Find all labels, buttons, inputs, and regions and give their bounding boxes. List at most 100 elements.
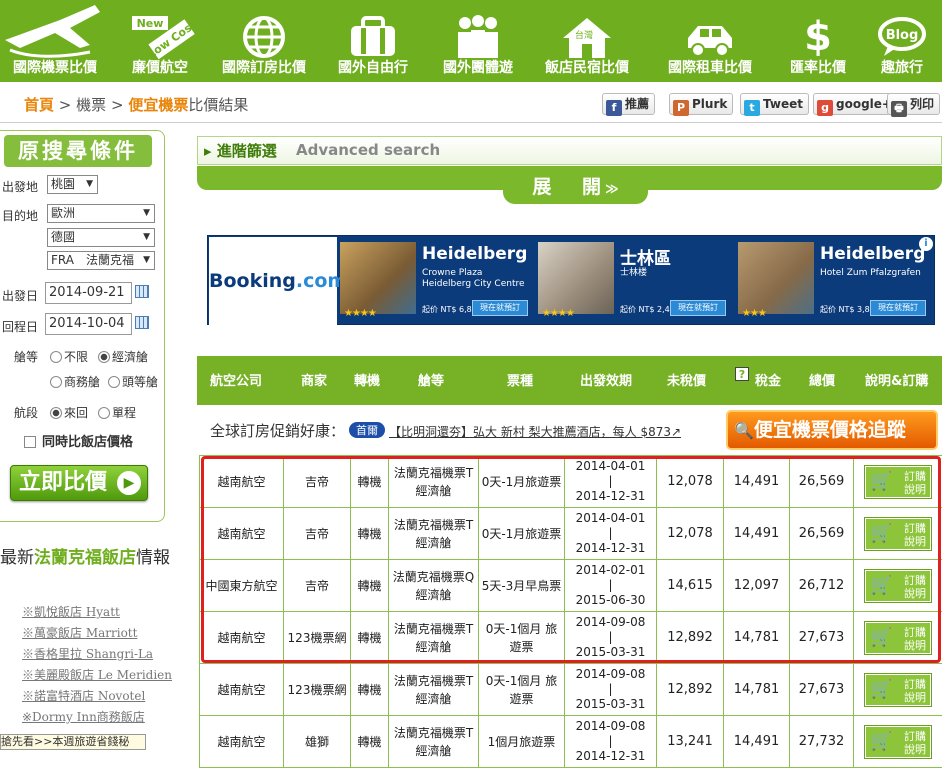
share-label: 列印 <box>910 97 934 111</box>
breadcrumb-flights[interactable]: 機票 <box>76 96 106 114</box>
share-facebook-button[interactable]: f推薦 <box>602 93 655 115</box>
expand-label: 展 開 <box>532 176 613 198</box>
order-button[interactable]: 🛒訂購說明 <box>865 726 931 758</box>
cabin-first-radio[interactable]: 頭等艙 <box>108 373 158 390</box>
col-vendor[interactable]: 商家 <box>301 370 327 389</box>
hotel-info-title: 最新法蘭克福飯店情報 <box>0 543 170 568</box>
radio-circle <box>50 351 62 363</box>
promo-link[interactable]: 【比明洞還夯】弘大 新村 梨大推薦酒店，每人 $873↗ <box>389 425 681 439</box>
share-plurk-button[interactable]: PPlurk <box>669 93 733 115</box>
ad-info-icon[interactable]: i <box>919 237 933 251</box>
nav-item-low-cost[interactable]: New Low Cost 廉價航空 <box>110 0 210 82</box>
col-airline[interactable]: 航空公司 <box>210 370 262 389</box>
ad-hotel-card[interactable]: 士林區 士林楼 起价 NT$ 2,489.0... 現在就預訂 ★★★★ <box>538 242 734 322</box>
breadcrumb-sep: > <box>111 96 124 114</box>
col-net-price[interactable]: 未稅價 <box>667 370 706 389</box>
ad-hotel-name: Heidelberg <box>422 244 527 264</box>
breadcrumb-home[interactable]: 首頁 <box>24 96 54 114</box>
share-tweet-button[interactable]: tTweet <box>740 93 809 115</box>
breadcrumb-suffix: 比價結果 <box>188 96 248 114</box>
table-row[interactable]: 越南航空雄獅轉機法蘭克福機票T經濟艙1個月旅遊票2014-09-08|2014-… <box>200 716 942 768</box>
col-cabin[interactable]: 艙等 <box>418 370 444 389</box>
taiwan-tag: 台灣 <box>575 29 593 41</box>
expand-button[interactable]: 展 開≫ <box>503 170 648 204</box>
ad-book-button[interactable]: 現在就預訂 <box>472 300 528 316</box>
radio-circle-checked <box>98 351 110 363</box>
print-button[interactable]: 🖶列印 <box>887 93 940 115</box>
order-button[interactable]: 🛒訂購說明 <box>865 674 931 706</box>
out-date-input[interactable]: 2014-09-21 <box>45 282 132 304</box>
checkbox-box <box>24 436 36 448</box>
promo-badge[interactable]: 首爾 <box>349 422 385 438</box>
share-label: Tweet <box>763 97 803 111</box>
twitter-icon: t <box>744 100 760 116</box>
nav-item-hotel-bnb[interactable]: 台灣 飯店民宿比價 <box>528 0 646 82</box>
nav-label: 國外團體遊 <box>428 57 528 77</box>
radio-circle <box>50 376 62 388</box>
leg-round-radio[interactable]: 來回 <box>50 404 88 421</box>
hotel-compare-checkbox[interactable]: 同時比飯店價格 <box>24 431 133 450</box>
hotel-link-shangri-la[interactable]: ※香格里拉 Shangri-La <box>22 645 153 662</box>
return-date-input[interactable]: 2014-10-04 <box>45 313 132 335</box>
hotel-photo <box>340 242 416 314</box>
hotel-link-hyatt[interactable]: ※凱悅飯店 Hyatt <box>22 603 120 620</box>
nav-item-exchange-rate[interactable]: $ 匯率比價 <box>774 0 862 82</box>
ad-hotel-card[interactable]: Heidelberg Crowne Plaza Heidelberg City … <box>340 242 536 322</box>
dest-city-value: FRA 法蘭克福 <box>51 253 134 267</box>
nav-label: 飯店民宿比價 <box>528 57 646 77</box>
nav-item-free-travel[interactable]: 國外自由行 <box>318 0 428 82</box>
ad-book-button[interactable]: 現在就預訂 <box>870 300 926 316</box>
nav-item-hotel-compare[interactable]: 國際訂房比價 <box>210 0 318 82</box>
col-total[interactable]: 總價 <box>809 370 835 389</box>
new-badge: New <box>137 17 164 30</box>
booking-ad-banner[interactable]: Booking.com Heidelberg Crowne Plaza Heid… <box>207 235 935 325</box>
cabin-economy-radio[interactable]: 經濟艙 <box>98 348 148 365</box>
breadcrumb-cheap-flights[interactable]: 便宜機票 <box>128 96 188 114</box>
hotel-title-prefix: 最新 <box>0 548 34 568</box>
hotel-title-city[interactable]: 法蘭克福飯店 <box>34 548 136 568</box>
col-validity[interactable]: 出發效期 <box>580 370 632 389</box>
breadcrumb: 首頁 > 機票 > 便宜機票比價結果 <box>24 94 248 115</box>
nav-item-car-rental[interactable]: 國際租車比價 <box>646 0 774 82</box>
plurk-icon: P <box>673 100 689 116</box>
ad-book-button[interactable]: 現在就預訂 <box>670 300 726 316</box>
ad-hotel-card[interactable]: Heidelberg Hotel Zum Pfalzgrafen 起价 NT$ … <box>738 242 934 322</box>
cart-icon: 🛒 <box>870 680 892 700</box>
depart-select[interactable]: 桃園▼ <box>47 175 98 194</box>
advanced-filter-bar[interactable]: ▸ 進階篩選 Advanced search <box>197 136 942 165</box>
hotel-link-dormy-inn[interactable]: ※Dormy Inn商務飯店 <box>22 708 145 725</box>
return-date-label: 回程日 <box>2 318 38 335</box>
col-tax[interactable]: 稅金 <box>755 370 781 389</box>
leg-oneway-radio[interactable]: 單程 <box>98 404 136 421</box>
cabin-any-radio[interactable]: 不限 <box>50 348 88 365</box>
calendar-icon[interactable] <box>135 285 149 298</box>
nav-item-flight-compare[interactable]: 國際機票比價 <box>0 0 110 82</box>
dest-region-value: 歐洲 <box>51 206 75 220</box>
cabin-business-radio[interactable]: 商務艙 <box>50 373 100 390</box>
hotel-link-marriott[interactable]: ※萬豪飯店 Marriott <box>22 624 137 641</box>
suitcase-icon <box>347 14 399 60</box>
hotel-link-novotel[interactable]: ※諾富特酒店 Novotel <box>22 687 145 704</box>
blog-icon: Blog <box>876 14 928 60</box>
nav-label: 趣旅行 <box>862 57 942 77</box>
col-transfer[interactable]: 轉機 <box>354 370 380 389</box>
low-cost-icon: New Low Cost <box>117 14 195 60</box>
price-tracker-button[interactable]: 🔍便宜機票價格追蹤 <box>726 410 938 450</box>
weekly-deals-tooltip[interactable]: 搶先看>>本週旅遊省錢秘 <box>0 734 146 750</box>
facebook-icon: f <box>606 100 622 116</box>
nav-item-fun-travel[interactable]: Blog 趣旅行 <box>862 0 942 82</box>
calendar-icon[interactable] <box>135 316 149 329</box>
share-google-plus-button[interactable]: ggoogle+ <box>813 93 898 115</box>
compare-button-label: 立即比價 <box>19 470 107 495</box>
radio-label: 單程 <box>112 406 136 420</box>
col-ticket-type[interactable]: 票種 <box>507 370 533 389</box>
search-panel-title: 原搜尋條件 <box>4 135 152 167</box>
hotel-link-le-meridien[interactable]: ※美麗殿飯店 Le Meridien <box>22 666 172 683</box>
dest-city-select[interactable]: FRA 法蘭克福▼ <box>47 251 155 270</box>
table-row[interactable]: 越南航空123機票網轉機法蘭克福機票T經濟艙0天-1個月 旅遊票2014-09-… <box>200 664 942 716</box>
tax-help-icon[interactable]: ? <box>735 367 749 381</box>
nav-item-group-tour[interactable]: 國外團體遊 <box>428 0 528 82</box>
compare-now-button[interactable]: 立即比價 ▶ <box>10 465 148 501</box>
dest-region-select[interactable]: 歐洲▼ <box>47 204 155 223</box>
dest-country-select[interactable]: 德國▼ <box>47 228 155 247</box>
